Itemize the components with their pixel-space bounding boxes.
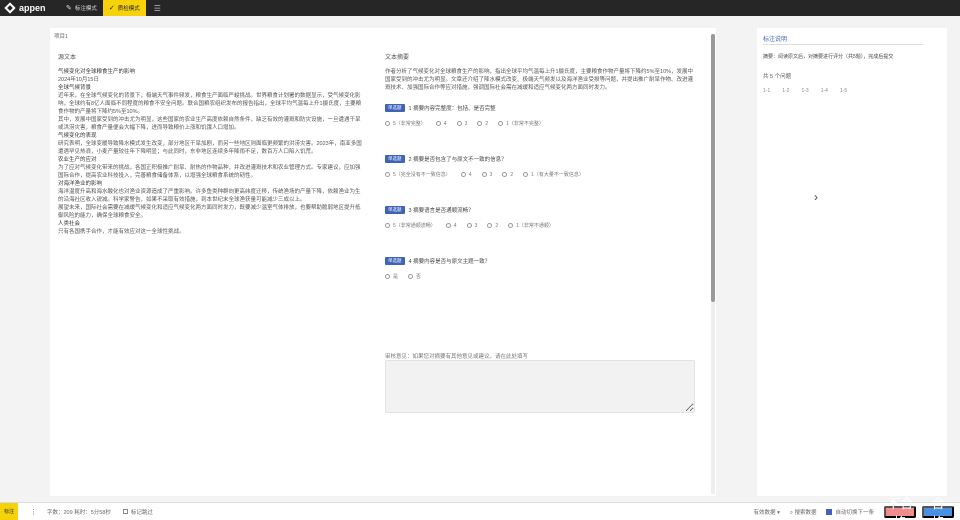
article-date: 2024年10月15日 — [58, 77, 99, 83]
edit-icon: ✎ — [66, 5, 72, 12]
paragraph: 其中，发展中国家受到的冲击尤为明显，这些国家的农业生产高度依赖自然条件，缺乏有效… — [58, 117, 361, 131]
section-heading: 农业生产的应对 — [58, 157, 97, 163]
option-radio[interactable]: 4 — [460, 172, 472, 178]
option-radio[interactable]: 4 — [445, 223, 457, 229]
question-nav-item[interactable]: 1-2 — [782, 88, 789, 94]
logo-text: appen — [19, 3, 46, 13]
article-title: 气候变化对全球粮食生产的影响 — [58, 69, 136, 75]
scrollbar-thumb[interactable] — [711, 34, 715, 302]
skip-mark-label: 标记跳过 — [130, 509, 153, 516]
question-4: 单选题 4 摘要内容是否与原文主题一致？ 是 否 — [385, 257, 695, 280]
main-card: 项目1 源文本 文本摘要 气候变化对全球粮食生产的影响 2024年10月15日 … — [50, 28, 716, 496]
comment-label: 审核意见：如果您对摘要有其他意见或建议，请在此处填写 — [385, 354, 529, 360]
project-label: 项目1 — [54, 34, 69, 40]
pass-button[interactable]: 合 格 — [922, 496, 954, 520]
question-title: 3 摘要语言是否通顺流畅？ — [408, 208, 474, 214]
comment-textarea[interactable] — [385, 360, 695, 413]
fail-button[interactable]: 不合格 — [884, 496, 916, 520]
option-radio[interactable]: 4 — [435, 121, 447, 127]
option-radio[interactable]: 3 — [466, 223, 477, 229]
question-type-badge: 单选题 — [385, 104, 405, 112]
section-heading: 全球气候背景 — [58, 85, 92, 91]
option-radio[interactable]: 1（有大量不一致信息） — [523, 171, 584, 178]
question-3: 单选题 3 摘要语言是否通顺流畅？ 5（非常通顺流畅） 4 3 2 1（非常不通… — [385, 206, 695, 229]
option-radio[interactable]: 2 — [477, 121, 488, 127]
data-filter-select[interactable]: 有效数据 ▾ — [754, 508, 780, 516]
source-title: 源文本 — [58, 55, 77, 61]
mini-label[interactable]: 标注 — [0, 502, 18, 520]
question-1: 单选题 1 摘要内容完整度：包括、是否完整 5（非常完整） 4 3 2 1（非常… — [385, 104, 695, 127]
option-radio[interactable]: 5（完全没有不一致信息） — [385, 171, 451, 178]
search-data[interactable]: ⌕ 搜索数据 — [790, 508, 817, 517]
list-icon[interactable]: ☰ — [146, 4, 169, 13]
paragraph: 海洋温度升高和海水酸化也对渔业资源造成了严重影响。许多鱼类种群向更高纬度迁移，传… — [58, 189, 361, 203]
divider — [763, 44, 923, 45]
option-radio[interactable]: 否 — [408, 273, 421, 280]
paragraph: 只有各国携手合作，才能有效应对这一全球性挑战。 — [58, 229, 185, 235]
option-radio[interactable]: 5（非常通顺流畅） — [385, 222, 436, 229]
source-text: 气候变化对全球粮食生产的影响 2024年10月15日 全球气候背景 近年来，在全… — [58, 68, 363, 236]
question-nav-item[interactable]: 1-3 — [801, 88, 808, 94]
check-icon: ✓ — [108, 5, 115, 12]
summary-title: 文本摘要 — [385, 55, 410, 61]
tab-annotate[interactable]: ✎ 标注模式 — [60, 0, 103, 16]
question-type-badge: 单选题 — [385, 206, 405, 214]
auto-next-label: 自动切换下一条 — [835, 510, 874, 516]
top-bar: appen ✎ 标注模式 ✓ 质检模式 ☰ — [0, 0, 960, 16]
section-heading: 对海洋渔业的影响 — [58, 181, 103, 187]
paragraph: 近年来，在全球气候变化的背景下，极端天气事件频发，粮食生产面临严峻挑战。世界粮食… — [58, 93, 362, 115]
question-type-badge: 单选题 — [385, 257, 405, 265]
question-title: 4 摘要内容是否与原文主题一致？ — [408, 259, 491, 265]
side-panel: 标注说明 摘要：阅读原文后，对摘要进行评分（共5题），完成后提交 共 5 个问题… — [757, 28, 947, 496]
skip-mark-checkbox[interactable]: 标记跳过 — [122, 508, 153, 516]
appen-logo: appen — [0, 2, 60, 14]
question-nav-item[interactable]: 1-1 — [763, 88, 770, 94]
question-nav-item[interactable]: 1-5 — [840, 88, 847, 94]
paragraph: 研究表明，全球变暖导致降水模式发生改变，部分地区干旱加剧，而另一些地区则面临更频… — [58, 141, 362, 155]
question-title: 2 摘要是否包含了与原文不一致的信息？ — [408, 157, 507, 163]
auto-next-checkbox[interactable]: 自动切换下一条 — [826, 508, 874, 516]
tree-icon[interactable]: ⋮ — [30, 508, 37, 516]
section-heading: 气候变化的表现 — [58, 133, 97, 139]
option-radio[interactable]: 1（非常不完整） — [498, 120, 544, 127]
option-radio[interactable]: 2 — [502, 172, 513, 178]
question-2: 单选题 2 摘要是否包含了与原文不一致的信息？ 5（完全没有不一致信息） 4 3… — [385, 155, 695, 178]
stats-text: 字数：209 耗时：5分58秒 — [47, 509, 111, 516]
bottom-bar: 标注 ⋮ 字数：209 耗时：5分58秒 标记跳过 有效数据 ▾ ⌕ 搜索数据 … — [0, 496, 960, 520]
review-column: 作者分析了气候变化对全球粮食生产的影响，指出全球平均气温每上升1摄氏度，主要粮食… — [385, 68, 695, 280]
section-heading: 人类社会 — [58, 221, 81, 227]
option-radio[interactable]: 3 — [481, 172, 492, 178]
question-title: 1 摘要内容完整度：包括、是否完整 — [408, 106, 496, 112]
tab-review[interactable]: ✓ 质检模式 — [102, 0, 146, 16]
question-nav: 1-1 1-2 1-3 1-4 1-5 — [763, 88, 859, 94]
option-radio[interactable]: 3 — [456, 121, 467, 127]
tab-review-label: 质检模式 — [117, 6, 140, 12]
expand-arrow-icon[interactable]: › — [814, 190, 818, 204]
logo-icon — [4, 2, 16, 14]
summary-text: 作者分析了气候变化对全球粮食生产的影响，指出全球平均气温每上升1摄氏度，主要粮食… — [385, 69, 694, 91]
option-radio[interactable]: 1（非常不通顺） — [508, 222, 554, 229]
option-radio[interactable]: 5（非常完整） — [385, 120, 426, 127]
option-radio[interactable]: 2 — [487, 223, 498, 229]
question-nav-item[interactable]: 1-4 — [821, 88, 828, 94]
question-count: 共 5 个问题 — [763, 74, 792, 80]
paragraph: 为了应对气候变化带来的挑战，各国正积极推广耐旱、耐热的作物品种，并改进灌溉技术和… — [58, 165, 361, 179]
option-radio[interactable]: 是 — [385, 273, 398, 280]
side-panel-title[interactable]: 标注说明 — [763, 34, 787, 43]
tab-annotate-label: 标注模式 — [74, 6, 97, 12]
side-panel-question: 摘要：阅读原文后，对摘要进行评分（共5题），完成后提交 — [763, 54, 894, 60]
paragraph: 展望未来，国际社会需要在减缓气候变化和适应气候变化两方面同时发力，既要减少温室气… — [58, 205, 361, 219]
question-type-badge: 单选题 — [385, 155, 405, 163]
